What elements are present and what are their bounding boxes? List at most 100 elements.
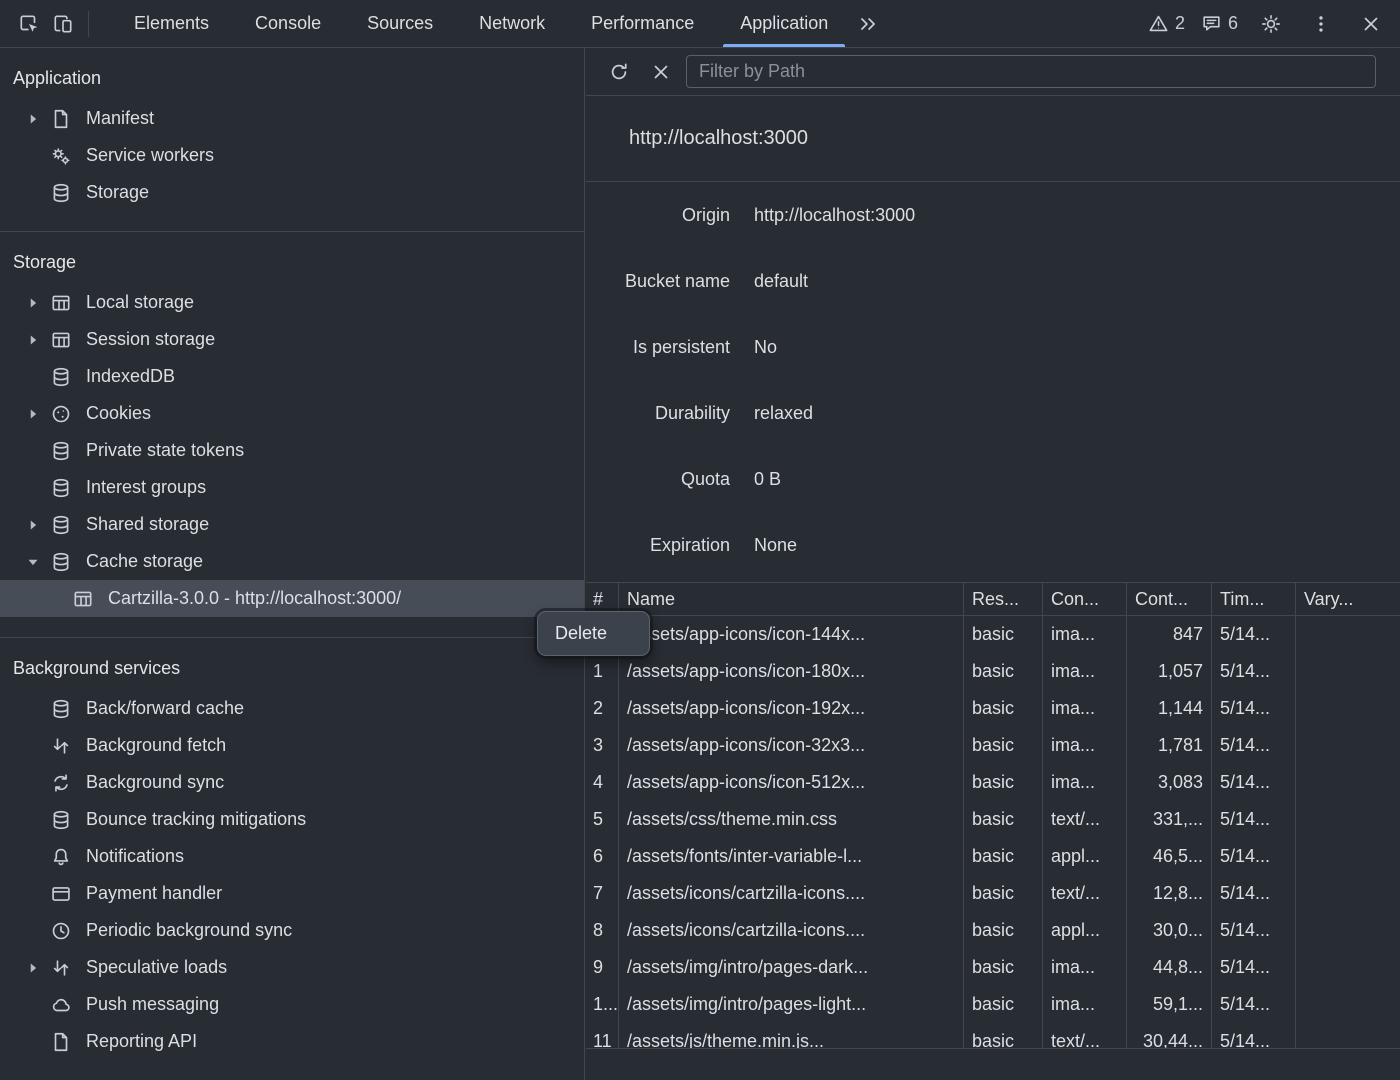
table-row[interactable]: 1/assets/app-icons/icon-180x...basicima.… xyxy=(586,653,1400,690)
row-number: 4 xyxy=(586,764,618,801)
time-cached-cell: 5/14... xyxy=(1211,801,1295,838)
refresh-icon[interactable] xyxy=(602,55,636,89)
sidebar-item-manifest[interactable]: Manifest xyxy=(0,100,584,137)
table-row[interactable]: 0/assets/app-icons/icon-144x...basicima.… xyxy=(586,616,1400,653)
response-type-cell: basic xyxy=(963,801,1042,838)
devtools-toolbar: ElementsConsoleSourcesNetworkPerformance… xyxy=(0,0,1400,48)
sidebar-item-notifications[interactable]: Notifications xyxy=(0,838,584,875)
table-icon xyxy=(50,292,72,314)
settings-gear-icon[interactable] xyxy=(1254,7,1288,41)
sidebar-item-session-storage[interactable]: Session storage xyxy=(0,321,584,358)
sidebar-item-service-workers[interactable]: Service workers xyxy=(0,137,584,174)
column-header-content-length[interactable]: Cont... xyxy=(1126,583,1211,615)
tab-performance[interactable]: Performance xyxy=(568,0,717,47)
triangle-collapsed-icon[interactable] xyxy=(24,405,42,423)
sidebar-item-push-messaging[interactable]: Push messaging xyxy=(0,986,584,1023)
sidebar-item-reporting-api[interactable]: Reporting API xyxy=(0,1023,584,1060)
sidebar-item-interest-groups[interactable]: Interest groups xyxy=(0,469,584,506)
document-icon xyxy=(50,108,72,130)
database-icon xyxy=(50,698,72,720)
row-number: 2 xyxy=(586,690,618,727)
sidebar-item-back-forward-cache[interactable]: Back/forward cache xyxy=(0,690,584,727)
sidebar-item-payment-handler[interactable]: Payment handler xyxy=(0,875,584,912)
database-icon xyxy=(50,809,72,831)
database-icon xyxy=(50,477,72,499)
filter-input[interactable] xyxy=(686,55,1376,88)
column-header-response-type[interactable]: Res... xyxy=(963,583,1042,615)
sidebar-item-background-fetch[interactable]: Background fetch xyxy=(0,727,584,764)
name-cell: /assets/fonts/inter-variable-l... xyxy=(618,838,963,875)
sidebar-item-periodic-background-sync[interactable]: Periodic background sync xyxy=(0,912,584,949)
time-cached-cell: 5/14... xyxy=(1211,875,1295,912)
triangle-collapsed-icon[interactable] xyxy=(24,331,42,349)
sidebar-item-cartzilla-3-0-0-http-localhost-3000[interactable]: Cartzilla-3.0.0 - http://localhost:3000/ xyxy=(0,580,584,617)
device-toolbar-icon[interactable] xyxy=(46,7,80,41)
kebab-menu-icon[interactable] xyxy=(1304,7,1338,41)
panel-tabs: ElementsConsoleSourcesNetworkPerformance… xyxy=(111,0,851,47)
column-header-content-type[interactable]: Con... xyxy=(1042,583,1126,615)
sidebar-item-shared-storage[interactable]: Shared storage xyxy=(0,506,584,543)
sidebar-item-label: Background sync xyxy=(86,772,224,793)
database-icon xyxy=(50,182,72,204)
sidebar-item-cache-storage[interactable]: Cache storage xyxy=(0,543,584,580)
response-type-cell: basic xyxy=(963,764,1042,801)
bell-icon xyxy=(50,846,72,868)
table-row[interactable]: 9/assets/img/intro/pages-dark...basicima… xyxy=(586,949,1400,986)
triangle-collapsed-icon[interactable] xyxy=(24,294,42,312)
triangle-expanded-icon[interactable] xyxy=(24,553,42,571)
sidebar-item-speculative-loads[interactable]: Speculative loads xyxy=(0,949,584,986)
more-tabs-icon[interactable] xyxy=(851,7,885,41)
time-cached-cell: 5/14... xyxy=(1211,727,1295,764)
sidebar-item-label: Service workers xyxy=(86,145,214,166)
table-row[interactable]: 11/assets/js/theme.min.js...basictext/..… xyxy=(586,1023,1400,1048)
table-row[interactable]: 8/assets/icons/cartzilla-icons....basica… xyxy=(586,912,1400,949)
toolbar-separator xyxy=(88,11,89,37)
table-row[interactable]: 5/assets/css/theme.min.cssbasictext/...3… xyxy=(586,801,1400,838)
detail-value: default xyxy=(754,271,808,292)
sidebar-item-cookies[interactable]: Cookies xyxy=(0,395,584,432)
column-header-name[interactable]: Name xyxy=(618,583,963,615)
row-number: 11 xyxy=(586,1023,618,1048)
cache-panel: http://localhost:3000 Originhttp://local… xyxy=(586,48,1400,1080)
cookie-icon xyxy=(50,403,72,425)
tab-application[interactable]: Application xyxy=(717,0,851,47)
time-cached-cell: 5/14... xyxy=(1211,690,1295,727)
sidebar-item-local-storage[interactable]: Local storage xyxy=(0,284,584,321)
clear-filter-icon[interactable] xyxy=(644,55,678,89)
sidebar-item-label: Background fetch xyxy=(86,735,226,756)
message-icon xyxy=(1201,13,1222,34)
row-number: 9 xyxy=(586,949,618,986)
table-row[interactable]: 7/assets/icons/cartzilla-icons....basict… xyxy=(586,875,1400,912)
name-cell: /assets/app-icons/icon-192x... xyxy=(618,690,963,727)
table-row[interactable]: 2/assets/app-icons/icon-192x...basicima.… xyxy=(586,690,1400,727)
table-row[interactable]: 1.../assets/img/intro/pages-light...basi… xyxy=(586,986,1400,1023)
triangle-collapsed-icon[interactable] xyxy=(24,959,42,977)
column-header-vary[interactable]: Vary... xyxy=(1295,583,1400,615)
detail-row-durability: Durabilityrelaxed xyxy=(586,380,1400,446)
sidebar-item-background-sync[interactable]: Background sync xyxy=(0,764,584,801)
table-row[interactable]: 6/assets/fonts/inter-variable-l...basica… xyxy=(586,838,1400,875)
resources-table: #NameRes...Con...Cont...Tim...Vary... 0/… xyxy=(586,582,1400,1048)
sidebar-item-bounce-tracking-mitigations[interactable]: Bounce tracking mitigations xyxy=(0,801,584,838)
content-type-cell: ima... xyxy=(1042,727,1126,764)
column-header-time-cached[interactable]: Tim... xyxy=(1211,583,1295,615)
tab-console[interactable]: Console xyxy=(232,0,344,47)
messages-badge[interactable]: 6 xyxy=(1201,13,1238,34)
close-icon[interactable] xyxy=(1354,7,1388,41)
inspect-icon[interactable] xyxy=(12,7,46,41)
table-row[interactable]: 4/assets/app-icons/icon-512x...basicima.… xyxy=(586,764,1400,801)
sidebar-item-private-state-tokens[interactable]: Private state tokens xyxy=(0,432,584,469)
sidebar-section-application: ApplicationManifestService workersStorag… xyxy=(0,48,584,211)
triangle-collapsed-icon[interactable] xyxy=(24,516,42,534)
warnings-badge[interactable]: 2 xyxy=(1148,13,1185,34)
vary-cell xyxy=(1295,912,1400,949)
tab-sources[interactable]: Sources xyxy=(344,0,456,47)
tab-elements[interactable]: Elements xyxy=(111,0,232,47)
tab-network[interactable]: Network xyxy=(456,0,568,47)
triangle-collapsed-icon[interactable] xyxy=(24,110,42,128)
sidebar-item-storage[interactable]: Storage xyxy=(0,174,584,211)
sidebar-item-indexeddb[interactable]: IndexedDB xyxy=(0,358,584,395)
sidebar-item-label: Back/forward cache xyxy=(86,698,244,719)
context-menu-delete-item[interactable]: Delete xyxy=(537,611,650,656)
table-row[interactable]: 3/assets/app-icons/icon-32x3...basicima.… xyxy=(586,727,1400,764)
